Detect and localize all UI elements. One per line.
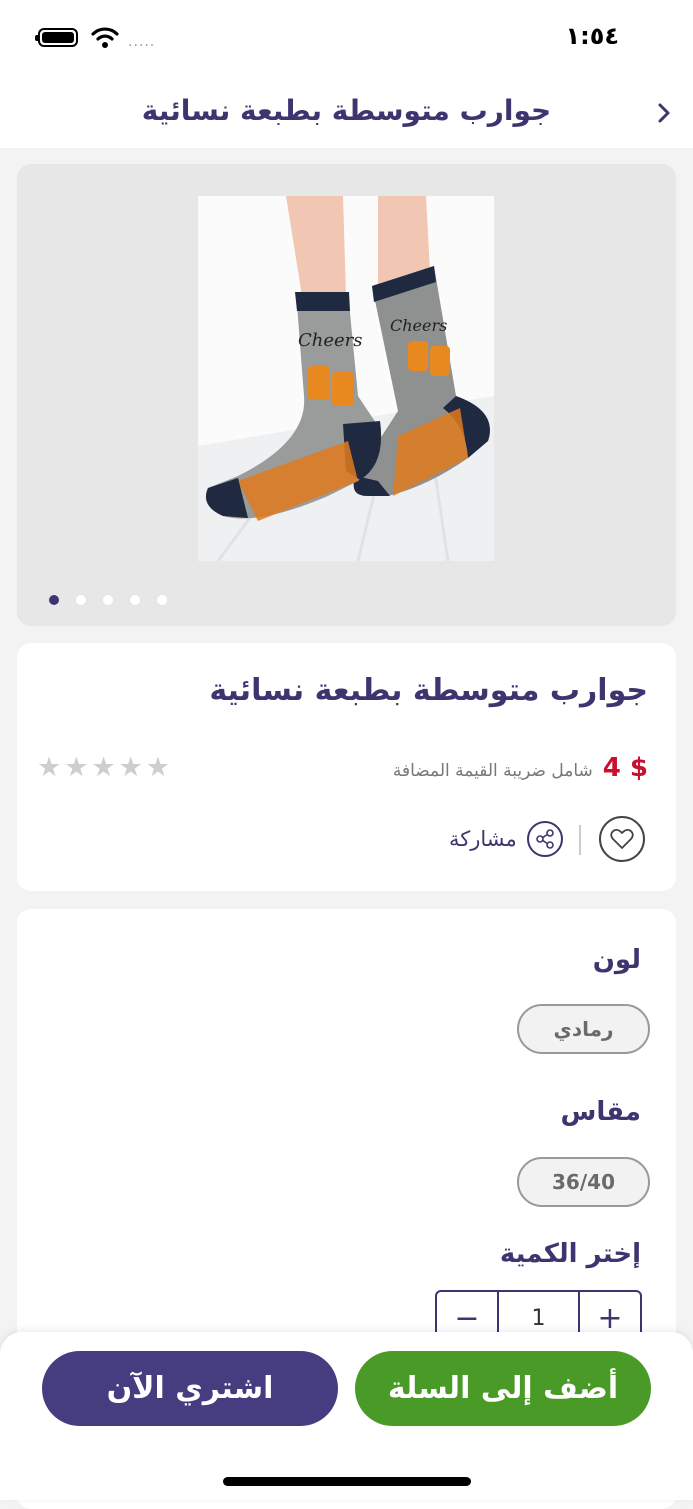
page-title: جوارب متوسطة بطبعة نسائية <box>141 94 552 127</box>
color-label: لون <box>592 945 641 975</box>
star-icon: ★ <box>64 752 89 783</box>
product-title: جوارب متوسطة بطبعة نسائية <box>209 673 648 708</box>
svg-text:Cheers: Cheers <box>390 316 447 335</box>
rating-stars[interactable]: ★ ★ ★ ★ ★ <box>37 753 170 783</box>
favorite-button[interactable] <box>599 816 645 862</box>
share-icon <box>526 821 563 857</box>
color-chip-grey[interactable]: رمادي <box>517 1004 650 1054</box>
wifi-icon <box>91 27 119 48</box>
size-label: مقاس <box>560 1097 641 1127</box>
quantity-label: إختر الكمية <box>499 1239 641 1269</box>
product-info-card: جوارب متوسطة بطبعة نسائية $ 4 شامل ضريبة… <box>17 643 676 891</box>
status-bar: ..... ١:٥٤ <box>0 0 693 78</box>
nav-bar: جوارب متوسطة بطبعة نسائية <box>0 78 693 148</box>
star-icon: ★ <box>118 752 143 783</box>
divider <box>579 825 581 855</box>
clock: ١:٥٤ <box>565 22 619 50</box>
svg-text:Cheers: Cheers <box>298 330 363 351</box>
bottom-action-bar: اشتري الآن أضف إلى السلة <box>0 1332 693 1500</box>
gallery-pager <box>49 595 167 605</box>
product-image: Cheers Cheers <box>198 196 494 561</box>
product-gallery[interactable]: Cheers Cheers <box>17 164 676 626</box>
star-icon: ★ <box>37 752 62 783</box>
pager-dot[interactable] <box>130 595 140 605</box>
home-indicator <box>223 1477 471 1486</box>
share-label: مشاركة <box>449 827 517 851</box>
heart-icon <box>610 829 634 849</box>
tax-note: شامل ضريبة القيمة المضافة <box>392 761 593 781</box>
pager-dot[interactable] <box>49 595 59 605</box>
signal-icon: ..... <box>128 34 156 50</box>
price-row: $ 4 شامل ضريبة القيمة المضافة <box>393 753 648 783</box>
buy-now-button[interactable]: اشتري الآن <box>42 1351 338 1426</box>
add-to-cart-button[interactable]: أضف إلى السلة <box>355 1351 651 1426</box>
pager-dot[interactable] <box>157 595 167 605</box>
share-button[interactable]: مشاركة <box>449 821 563 857</box>
chevron-right-icon[interactable] <box>652 98 678 128</box>
price: $ 4 <box>602 753 648 783</box>
battery-icon <box>35 28 78 47</box>
size-chip[interactable]: 36/40 <box>517 1157 650 1207</box>
pager-dot[interactable] <box>76 595 86 605</box>
pager-dot[interactable] <box>103 595 113 605</box>
star-icon: ★ <box>145 752 171 783</box>
star-icon: ★ <box>91 752 116 783</box>
